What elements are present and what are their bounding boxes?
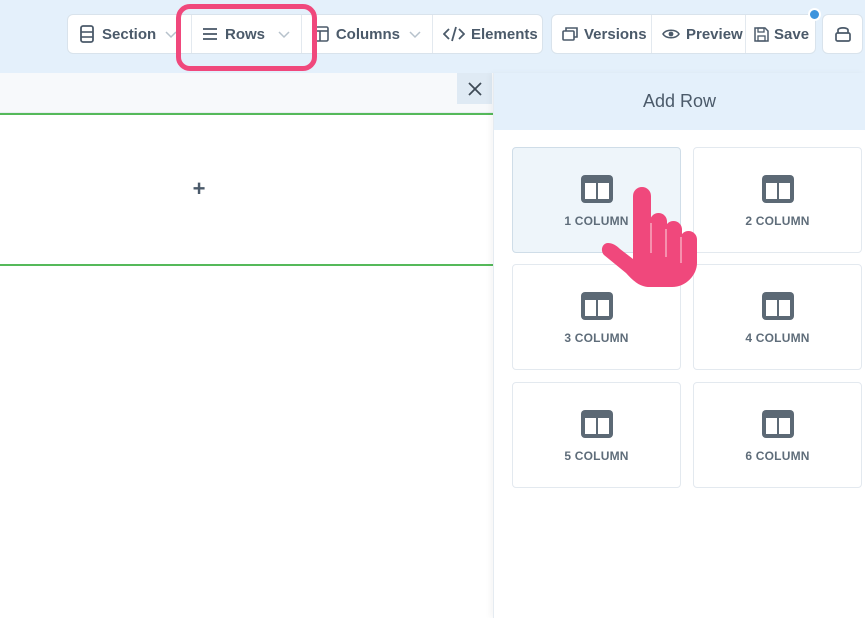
versions-icon [562, 25, 578, 43]
row-option-6-column[interactable]: 6 COLUMN [693, 382, 862, 488]
row-option-label: 6 COLUMN [745, 449, 810, 463]
preview-button[interactable]: Preview [651, 15, 745, 53]
row-option-5-column[interactable]: 5 COLUMN [512, 382, 681, 488]
elements-label: Elements [471, 25, 538, 43]
section-menu-button[interactable]: Section [68, 15, 191, 53]
row-option-2-column[interactable]: 2 COLUMN [693, 147, 862, 253]
versions-label: Versions [584, 25, 647, 43]
publish-toolbar-group: Versions Preview Save [551, 14, 816, 54]
notification-dot [808, 8, 821, 21]
lock-icon[interactable] [834, 25, 852, 43]
row-border-bottom [0, 264, 493, 266]
row-border-top [0, 113, 493, 115]
rows-highlight-ring [176, 4, 317, 71]
row-option-label: 2 COLUMN [745, 214, 810, 228]
add-element-button[interactable]: + [188, 178, 210, 200]
columns-layout-icon [580, 409, 614, 439]
columns-layout-icon [761, 174, 795, 204]
row-option-label: 5 COLUMN [564, 449, 629, 463]
canvas-header-bar [0, 73, 493, 113]
save-icon [754, 25, 769, 43]
columns-layout-icon [580, 291, 614, 321]
eye-icon [662, 25, 680, 43]
columns-menu-button[interactable]: Columns [301, 15, 432, 53]
panel-title: Add Row [494, 73, 865, 130]
columns-layout-icon [761, 409, 795, 439]
save-button[interactable]: Save [745, 15, 815, 53]
code-icon [443, 25, 465, 43]
elements-menu-button[interactable]: Elements [432, 15, 542, 53]
close-icon [467, 81, 483, 97]
row-option-label: 3 COLUMN [564, 331, 629, 345]
close-panel-button[interactable] [457, 73, 492, 104]
row-option-4-column[interactable]: 4 COLUMN [693, 264, 862, 370]
section-label: Section [102, 25, 157, 43]
chevron-down-icon [408, 27, 422, 41]
versions-button[interactable]: Versions [552, 15, 651, 53]
columns-label: Columns [335, 25, 400, 43]
preview-label: Preview [686, 25, 743, 43]
columns-layout-icon [761, 291, 795, 321]
section-icon [78, 25, 96, 43]
pointing-hand-icon [600, 183, 706, 291]
add-row-panel: Add Row 1 COLUMN 2 COLUMN 3 COLUMN 4 COL… [493, 73, 865, 618]
lock-toolbar-group [822, 14, 863, 54]
save-label: Save [774, 25, 810, 43]
row-option-label: 4 COLUMN [745, 331, 810, 345]
